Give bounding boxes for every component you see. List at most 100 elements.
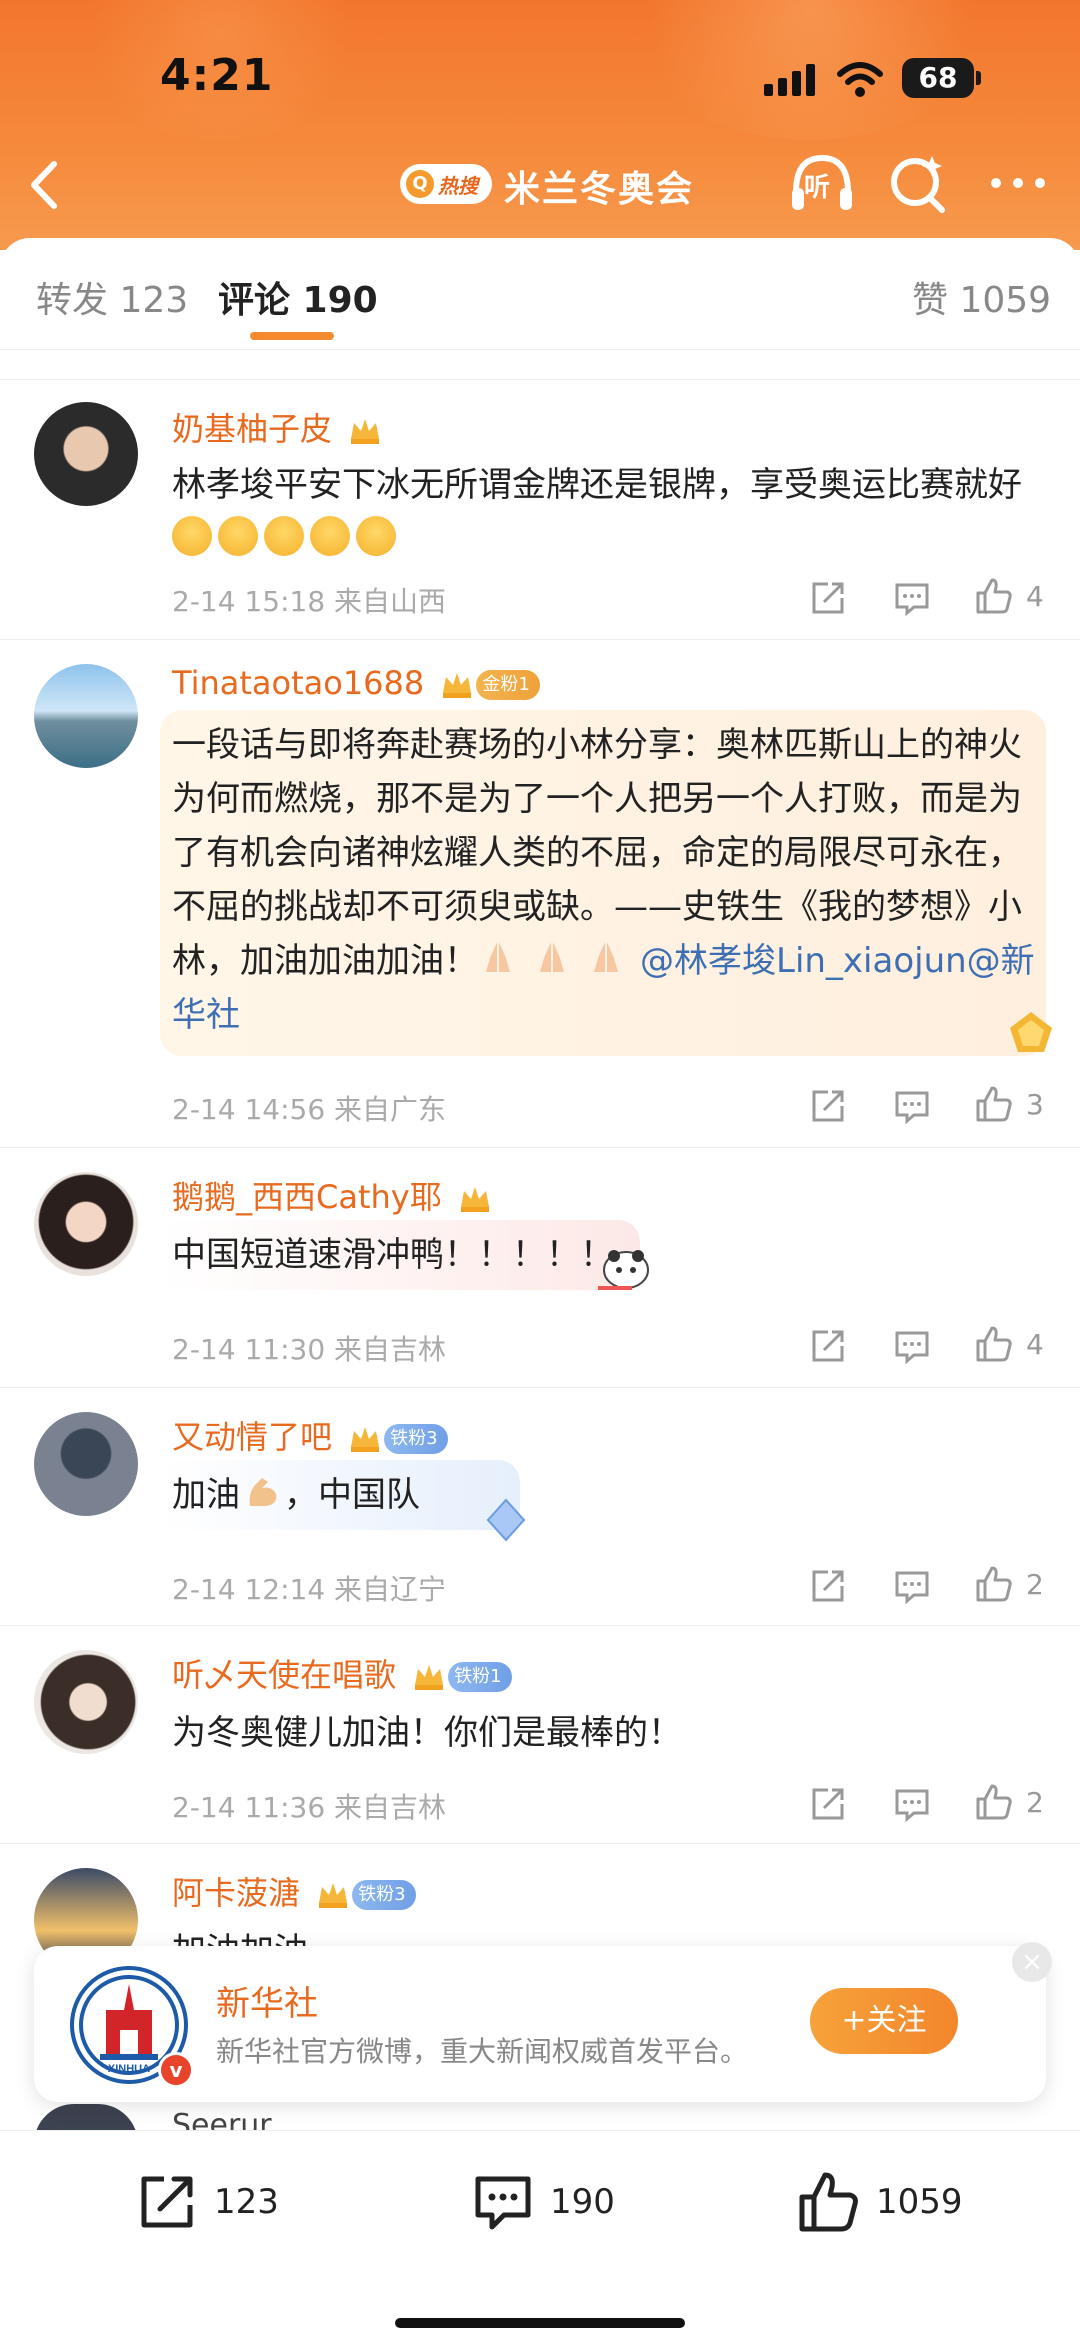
- gold-crown-decoration-icon: [1010, 1012, 1052, 1052]
- page-title[interactable]: 米兰冬奥会: [504, 160, 694, 212]
- username-text: Tinataotao1688: [172, 664, 425, 702]
- laughing-emoji-icon: [310, 516, 350, 556]
- home-indicator[interactable]: [395, 2318, 685, 2328]
- thumbs-up-icon: [799, 2172, 858, 2232]
- like-count: 3: [1026, 1088, 1044, 1121]
- laughing-emoji-icon: [172, 516, 212, 556]
- fan-badge: 铁粉1: [448, 1662, 512, 1692]
- hot-search-icon: Q: [406, 170, 434, 198]
- laughing-emoji-icon: [264, 516, 304, 556]
- back-arrow-icon[interactable]: [22, 158, 66, 212]
- praying-hands-icon: [532, 938, 572, 978]
- like-icon[interactable]: [974, 1564, 1014, 1604]
- repost-icon: [141, 2176, 193, 2228]
- promo-account-name[interactable]: 新华社: [216, 1976, 318, 2025]
- account-promo-card[interactable]: XINHUA v 新华社 新华社官方微博，重大新闻权威首发平台。 +关注 ×: [34, 1942, 1052, 2102]
- avatar[interactable]: [34, 402, 138, 506]
- comment-item: 听乄天使在唱歌 铁粉1 为冬奥健儿加油！你们是最棒的！ 2-14 11:36 来…: [0, 1626, 1080, 1844]
- share-icon[interactable]: [808, 1566, 848, 1606]
- like-total: 1059: [876, 2182, 963, 2222]
- comment-meta: 2-14 12:14 来自辽宁: [172, 1573, 447, 1606]
- praying-hands-icon: [478, 938, 518, 978]
- reply-icon[interactable]: [892, 1784, 932, 1824]
- praying-hands-icon: [586, 938, 626, 978]
- like-icon[interactable]: [974, 1084, 1014, 1124]
- avatar[interactable]: [34, 1412, 138, 1516]
- crown-icon: [351, 1427, 380, 1452]
- like-count: 2: [1026, 1786, 1044, 1819]
- xinhua-logo[interactable]: XINHUA v: [70, 1966, 194, 2088]
- more-options-icon[interactable]: [988, 168, 1048, 198]
- comment-username[interactable]: 听乄天使在唱歌 铁粉1: [172, 1650, 512, 1696]
- previous-comment-fragment: [0, 350, 1080, 380]
- tab-reposts[interactable]: 转发 123: [36, 271, 188, 323]
- comment-item: 鹅鹅_西西Cathy耶 中国短道速滑冲鸭！！！！！ 2-14 11:30 来自吉…: [0, 1148, 1080, 1388]
- cellular-signal-icon: [764, 64, 816, 96]
- wifi-icon: [837, 62, 883, 97]
- listen-button[interactable]: 听: [786, 148, 858, 220]
- like-icon[interactable]: [974, 576, 1014, 616]
- promo-account-description: 新华社官方微博，重大新闻权威首发平台。: [216, 2035, 749, 2068]
- diamond-decoration-icon: [486, 1498, 526, 1542]
- fan-badge: 铁粉3: [352, 1880, 416, 1910]
- like-icon[interactable]: [974, 1324, 1014, 1364]
- comment-item: 又动情了吧 铁粉3 加油 ，中国队 2-14 12:14 来自辽宁 2: [0, 1388, 1080, 1626]
- repost-button[interactable]: 123: [134, 2169, 279, 2235]
- bottom-action-bar: 123 190 1059: [0, 2130, 1080, 2347]
- share-icon[interactable]: [808, 578, 848, 618]
- close-icon[interactable]: ×: [1012, 1942, 1052, 1982]
- like-button[interactable]: 1059: [796, 2169, 963, 2235]
- follow-button[interactable]: +关注: [810, 1988, 958, 2054]
- flexed-biceps-icon: [242, 1472, 282, 1512]
- comment-username[interactable]: 奶基柚子皮: [172, 404, 382, 450]
- crown-icon: [415, 1665, 444, 1690]
- reply-icon[interactable]: [892, 1566, 932, 1606]
- comment-meta: 2-14 11:30 来自吉林: [172, 1333, 447, 1366]
- comment-meta: 2-14 14:56 来自广东: [172, 1093, 447, 1126]
- comment-username[interactable]: 鹅鹅_西西Cathy耶: [172, 1172, 492, 1218]
- comment-button[interactable]: 190: [470, 2169, 615, 2235]
- like-count: 4: [1026, 580, 1044, 613]
- laughing-emoji-icon: [218, 516, 258, 556]
- username-text: 又动情了吧: [172, 1418, 333, 1456]
- tab-comments[interactable]: 评论 190: [218, 271, 378, 323]
- comment-meta: 2-14 11:36 来自吉林: [172, 1791, 447, 1824]
- reply-icon[interactable]: [892, 1326, 932, 1366]
- tab-bar: 转发 123 评论 190 赞 1059: [0, 238, 1080, 350]
- hot-search-badge[interactable]: Q 热搜: [400, 164, 492, 204]
- tab-likes[interactable]: 赞 1059: [912, 271, 1051, 323]
- comment-item: Tinataotao1688 金粉1 一段话与即将奔赴赛场的小林分享：奥林匹斯山…: [0, 640, 1080, 1148]
- search-icon[interactable]: [888, 152, 948, 216]
- listen-label: 听: [804, 173, 831, 203]
- fan-badge: 金粉1: [476, 670, 540, 700]
- comment-username[interactable]: Tinataotao1688 金粉1: [172, 664, 540, 702]
- share-icon[interactable]: [808, 1784, 848, 1824]
- status-time: 4:21: [160, 50, 274, 101]
- comment-username[interactable]: 又动情了吧 铁粉3: [172, 1412, 448, 1458]
- avatar[interactable]: [34, 1172, 138, 1276]
- panda-sticker-icon: [598, 1250, 649, 1290]
- comment-username[interactable]: 阿卡菠溏 铁粉3: [172, 1868, 416, 1914]
- like-count: 2: [1026, 1568, 1044, 1601]
- username-text: 听乄天使在唱歌: [172, 1656, 397, 1694]
- comment-text: 加油 ，中国队: [172, 1468, 1032, 1522]
- avatar[interactable]: [34, 664, 138, 768]
- comment-icon: [475, 2176, 531, 2230]
- reply-icon[interactable]: [892, 1086, 932, 1126]
- comment-text: 林孝埈平安下冰无所谓金牌还是银牌，享受奥运比赛就好: [172, 458, 1032, 566]
- like-icon[interactable]: [974, 1782, 1014, 1822]
- reply-icon[interactable]: [892, 578, 932, 618]
- verified-icon: v: [158, 2052, 194, 2088]
- battery-indicator: 68: [902, 58, 981, 98]
- like-count: 4: [1026, 1328, 1044, 1361]
- active-tab-indicator: [250, 332, 334, 340]
- xinhua-logo-text: XINHUA: [108, 2063, 150, 2075]
- comment-count: 190: [550, 2182, 615, 2222]
- crown-icon: [351, 419, 380, 444]
- fan-badge: 铁粉3: [384, 1424, 448, 1454]
- crown-icon: [443, 673, 472, 698]
- share-icon[interactable]: [808, 1086, 848, 1126]
- share-icon[interactable]: [808, 1326, 848, 1366]
- username-text: 奶基柚子皮: [172, 410, 333, 448]
- avatar[interactable]: [34, 1650, 138, 1754]
